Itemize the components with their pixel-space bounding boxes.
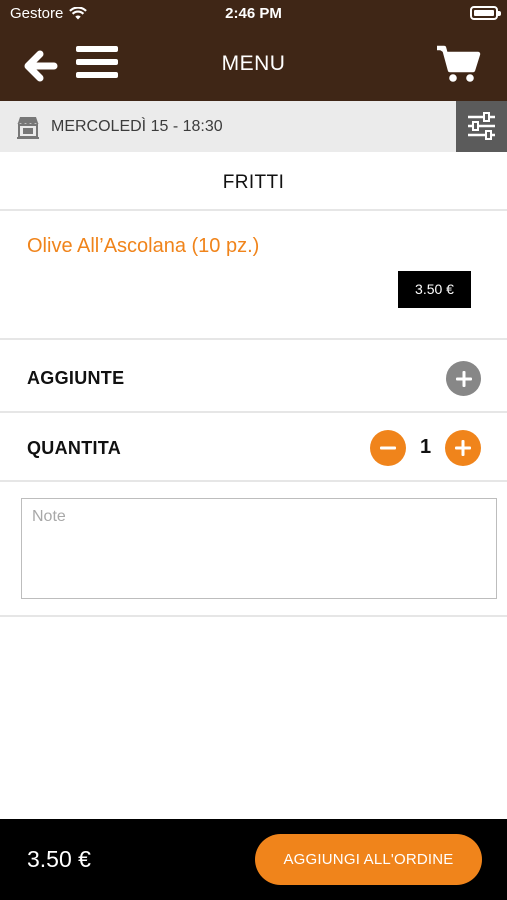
filter-sliders-icon[interactable]	[456, 101, 507, 152]
addons-row[interactable]: AGGIUNTE	[0, 342, 507, 413]
navigation-bar: MENU	[0, 28, 507, 101]
category-header: FRITTI	[0, 152, 507, 211]
status-bar: Gestore 2:46 PM	[0, 0, 507, 28]
addons-label: AGGIUNTE	[27, 368, 125, 388]
app-header: Gestore 2:46 PM MENU	[0, 0, 507, 101]
notes-section	[0, 484, 507, 617]
product-card: Olive All’Ascolana (10 pz.) 3.50 €	[0, 213, 507, 340]
product-price: 3.50 €	[398, 271, 471, 308]
decrease-quantity-button[interactable]	[370, 430, 406, 466]
store-icon	[17, 117, 39, 139]
order-total: 3.50 €	[27, 846, 91, 872]
product-name: Olive All’Ascolana (10 pz.)	[27, 235, 260, 257]
quantity-label: QUANTITA	[27, 438, 122, 458]
shopping-cart-icon[interactable]	[435, 44, 481, 84]
category-label: FRITTI	[222, 172, 285, 193]
notes-field[interactable]	[21, 498, 497, 599]
battery-icon	[470, 6, 501, 20]
increase-quantity-button[interactable]	[445, 430, 481, 466]
add-addon-icon[interactable]	[446, 361, 481, 396]
page-title: MENU	[221, 52, 286, 75]
add-to-order-button[interactable]: AGGIUNGI ALL'ORDINE	[255, 834, 482, 885]
order-footer: 3.50 € AGGIUNGI ALL'ORDINE	[0, 819, 507, 900]
delivery-date-bar: MERCOLEDÌ 15 - 18:30	[0, 101, 507, 152]
quantity-value: 1	[419, 436, 432, 458]
status-time: 2:46 PM	[225, 5, 282, 22]
delivery-date: MERCOLEDÌ 15 - 18:30	[51, 118, 223, 135]
quantity-row: QUANTITA 1	[0, 415, 507, 482]
